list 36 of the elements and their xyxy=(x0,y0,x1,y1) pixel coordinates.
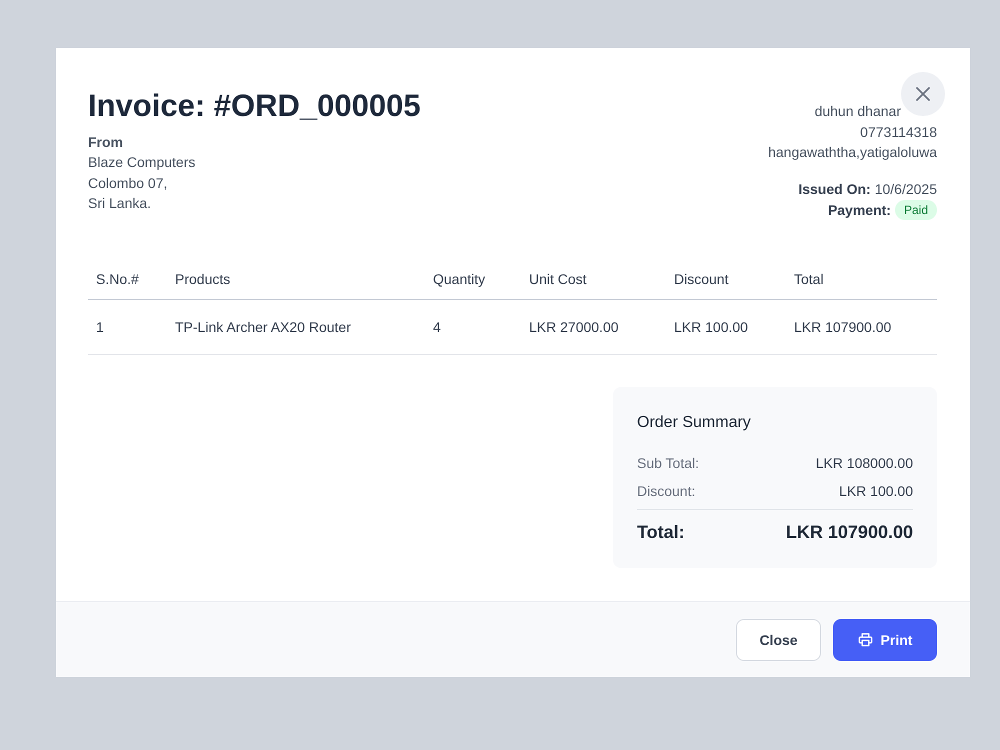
close-dialog-button[interactable]: Close xyxy=(736,618,821,660)
from-label: From xyxy=(88,133,124,152)
summary-label: Discount: xyxy=(637,482,696,500)
table-cell: 4 xyxy=(425,299,521,354)
summary-value: LKR 108000.00 xyxy=(816,454,913,472)
customer-detail-line: duhun dhanar xyxy=(814,102,901,121)
close-button[interactable] xyxy=(901,72,945,116)
sender-address-line: Blaze Computers xyxy=(88,153,196,172)
issued-date: 10/6/2025 xyxy=(874,180,937,199)
column-header: Quantity xyxy=(425,258,521,299)
table-cell: LKR 27000.00 xyxy=(521,299,666,354)
summary-label: Sub Total: xyxy=(637,454,700,472)
summary-value: LKR 100.00 xyxy=(839,482,913,500)
table-cell: TP-Link Archer AX20 Router xyxy=(167,299,425,354)
close-icon xyxy=(916,87,930,101)
sender-address-line: Colombo 07, xyxy=(88,174,168,192)
invoice-title: Invoice: #ORD_000005 xyxy=(88,88,421,124)
payment-label: Payment: xyxy=(828,201,891,220)
table-cell: LKR 100.00 xyxy=(666,299,786,354)
print-button[interactable]: Print xyxy=(833,618,937,660)
column-header: Products xyxy=(167,258,425,299)
payment-status-badge: Paid xyxy=(894,200,937,220)
total-label: Total: xyxy=(637,520,685,544)
table-cell: 1 xyxy=(88,299,167,354)
table-cell: LKR 107900.00 xyxy=(786,299,937,354)
issued-on-label: Issued On: xyxy=(798,180,871,199)
column-header: Unit Cost xyxy=(521,258,666,299)
column-header: Total xyxy=(786,258,937,299)
printer-icon xyxy=(858,632,873,647)
sender-address-line: Sri Lanka. xyxy=(88,194,152,213)
column-header: S.No.# xyxy=(88,258,167,299)
summary-title: Order Summary xyxy=(637,412,752,432)
column-header: Discount xyxy=(666,258,786,299)
customer-detail-line: hangawaththa,yatigaloluwa xyxy=(768,143,937,162)
total-value: LKR 107900.00 xyxy=(786,520,913,544)
customer-detail-line: 0773114318 xyxy=(860,122,937,142)
